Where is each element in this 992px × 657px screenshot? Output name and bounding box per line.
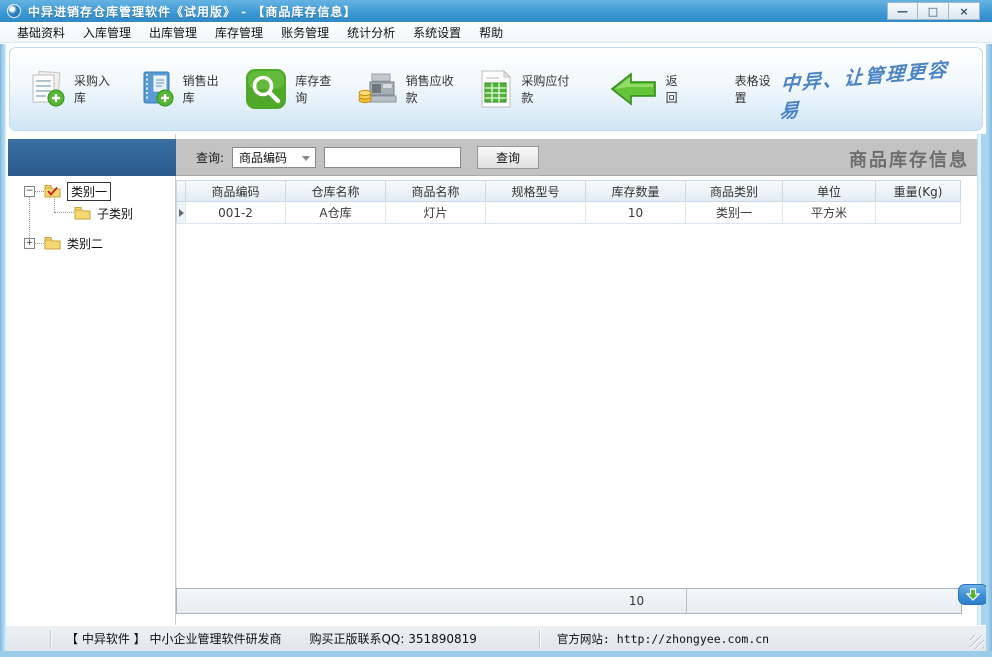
close-button[interactable]: × [949,2,980,20]
toolbar-area: 采购入库 销售出库 [6,44,986,134]
sales-outbound-icon [137,70,175,108]
status-separator [50,630,52,648]
grid-sum-row: 10 [176,588,962,614]
vertical-scrollbar[interactable] [977,134,986,625]
toolbar-label: 销售应收款 [406,72,460,106]
window-controls: — □ × [887,2,980,20]
status-website: 官方网站: http://zhongyee.com.cn [557,631,769,647]
cell-category: 类别一 [686,202,783,224]
tree-node-subcategory[interactable]: 子类别 [97,205,133,222]
inventory-grid: 商品编码 仓库名称 商品名称 规格型号 库存数量 商品类别 单位 重量(Kg) … [176,180,962,224]
toolbar-label: 销售出库 [183,72,226,106]
chevron-down-icon [302,156,310,161]
category-tree-panel: − 类别一 子类别 [6,134,176,625]
cell-spec [486,202,586,224]
window-title: 中异进销存仓库管理软件《试用版》 - 【商品库存信息】 [28,3,356,20]
grid-header-product-code[interactable]: 商品编码 [186,180,286,202]
menu-item-statistics[interactable]: 统计分析 [338,22,404,43]
query-search-button[interactable]: 查询 [477,146,539,169]
menu-item-help[interactable]: 帮助 [470,22,512,43]
menu-bar: 基础资料 入库管理 出库管理 库存管理 账务管理 统计分析 系统设置 帮助 [0,22,992,43]
purchase-payable-icon [479,69,513,109]
query-input[interactable] [324,147,461,168]
toolbar-label: 采购应付款 [521,72,575,106]
menu-item-accounting[interactable]: 账务管理 [272,22,338,43]
inventory-search-icon [245,68,287,110]
status-purchase-qq: 购买正版联系QQ: 351890819 [309,630,476,647]
toolbar-label: 采购入库 [74,72,117,106]
maximize-button[interactable]: □ [918,2,949,20]
sales-receivable-button[interactable]: 销售应收款 [358,71,460,107]
scroll-down-button[interactable] [958,584,988,605]
menu-item-base-data[interactable]: 基础资料 [8,22,74,43]
menu-item-inbound[interactable]: 入库管理 [74,22,140,43]
sales-receivable-icon [358,71,398,107]
resize-grip[interactable] [970,635,984,649]
purchase-inbound-icon [28,70,66,108]
grid-header-category[interactable]: 商品类别 [686,180,783,202]
table-settings-button[interactable]: 表格设置 [735,72,780,106]
cell-quantity: 10 [586,202,686,224]
cell-unit: 平方米 [783,202,876,224]
grid-header-row: 商品编码 仓库名称 商品名称 规格型号 库存数量 商品类别 单位 重量(Kg) [176,180,962,202]
grid-header-weight[interactable]: 重量(Kg) [876,180,961,202]
grid-header-spec[interactable]: 规格型号 [486,180,586,202]
status-bar: 【 中异软件 】 中小企业管理软件研发商 购买正版联系QQ: 351890819… [6,625,986,651]
menu-item-settings[interactable]: 系统设置 [404,22,470,43]
folder-checked-icon [44,184,61,198]
tree-connector [54,212,74,213]
folder-icon [74,206,91,220]
cell-product-code: 001-2 [186,202,286,224]
status-company: 【 中异软件 】 中小企业管理软件研发商 [66,630,281,647]
grid-data-row[interactable]: 001-2 A仓库 灯片 10 类别一 平方米 [176,202,962,224]
quantity-total: 10 [587,589,687,613]
row-selector-icon [179,209,184,217]
grid-left-border [176,224,177,588]
window-border-left [0,44,6,651]
sales-outbound-button[interactable]: 销售出库 [137,70,226,108]
titlebar: 中异进销存仓库管理软件《试用版》 - 【商品库存信息】 — □ × [0,0,992,22]
query-field-select[interactable]: 商品编码 [232,147,316,168]
cell-product-name: 灯片 [386,202,486,224]
folder-icon [44,236,61,250]
tree-node-category1[interactable]: 类别一 [67,182,111,201]
purchase-inbound-button[interactable]: 采购入库 [28,70,117,108]
query-label: 查询: [196,149,224,166]
minimize-button[interactable]: — [887,2,918,20]
query-bar: 查询: 商品编码 查询 商品库存信息 [176,139,977,176]
status-separator [539,630,541,648]
back-button[interactable]: 返 回 [610,71,689,107]
grid-header-selector [176,180,186,202]
menu-item-inventory[interactable]: 库存管理 [206,22,272,43]
tree-collapse-toggle[interactable]: − [24,186,35,197]
inventory-search-button[interactable]: 库存查询 [245,68,337,110]
tree-header-block [8,139,176,176]
toolbar-label: 库存查询 [295,72,337,106]
window-border-bottom [0,651,992,657]
brand-slogan: 中异、让管理更容易 [779,54,959,124]
app-icon [7,4,21,18]
toolbar-label: 返 回 [666,72,689,106]
menu-item-outbound[interactable]: 出库管理 [140,22,206,43]
arrow-down-icon [966,588,980,601]
page-title: 商品库存信息 [849,146,969,172]
query-field-selected: 商品编码 [239,149,287,166]
toolbar: 采购入库 销售出库 [9,47,983,131]
cell-weight [876,202,961,224]
tree-expand-toggle[interactable]: + [24,238,35,249]
tree-node-category2[interactable]: 类别二 [67,235,103,252]
back-arrow-icon [610,71,658,107]
status-panel-spacer [6,626,50,651]
grid-header-warehouse[interactable]: 仓库名称 [286,180,386,202]
row-selector-cell[interactable] [176,202,186,224]
app-window: 中异进销存仓库管理软件《试用版》 - 【商品库存信息】 — □ × 基础资料 入… [0,0,992,657]
grid-header-quantity[interactable]: 库存数量 [586,180,686,202]
grid-header-product-name[interactable]: 商品名称 [386,180,486,202]
window-border-right [986,44,992,651]
cell-warehouse: A仓库 [286,202,386,224]
purchase-payable-button[interactable]: 采购应付款 [479,69,575,109]
grid-header-unit[interactable]: 单位 [783,180,876,202]
